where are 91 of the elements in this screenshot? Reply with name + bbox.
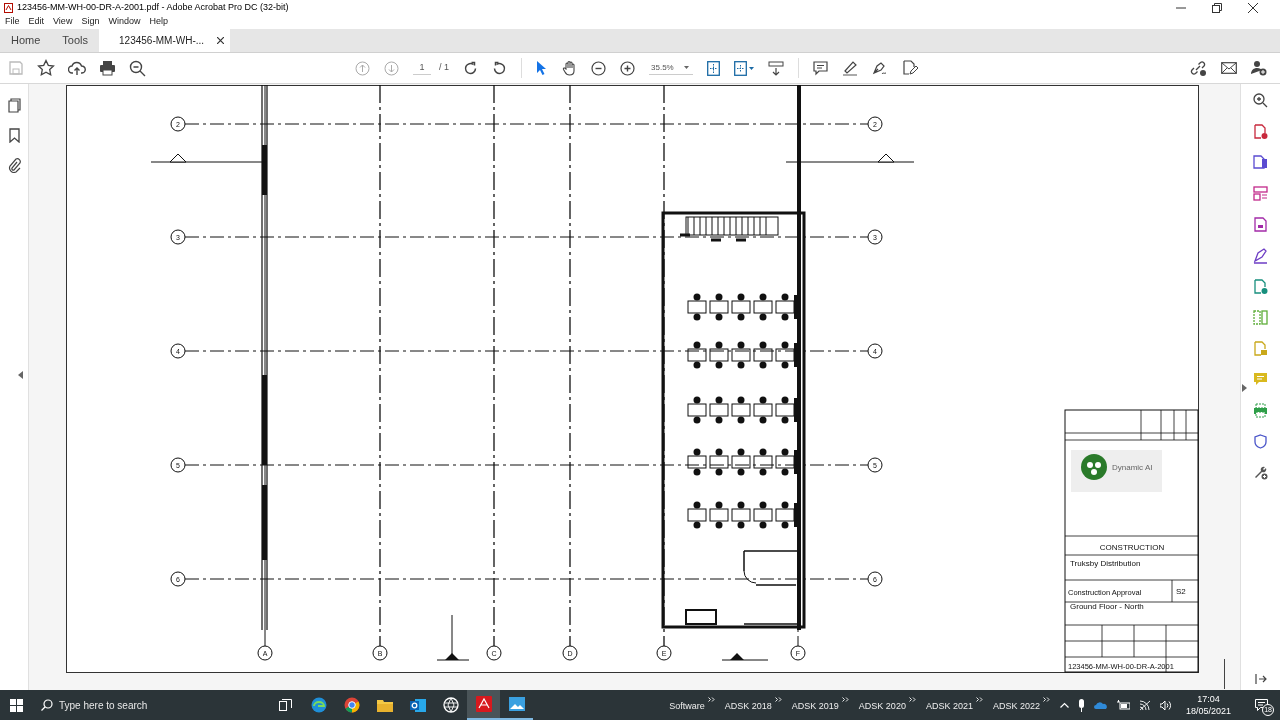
rotate-clockwise-icon[interactable] [463, 60, 478, 76]
sign-pen-icon[interactable] [872, 60, 888, 76]
microphone-icon[interactable] [1077, 698, 1085, 712]
pages-icon[interactable] [7, 98, 21, 113]
pointer-icon[interactable] [536, 60, 548, 76]
chevron-icon[interactable] [908, 696, 916, 702]
collapse-arrow-icon[interactable] [17, 371, 23, 379]
zoom-in-icon[interactable] [620, 60, 635, 76]
layout-icon[interactable] [1253, 186, 1268, 202]
search-icon[interactable] [129, 59, 146, 77]
scroll-mode-icon[interactable] [768, 60, 784, 76]
window-app-icon [508, 697, 525, 711]
fit-page-icon[interactable] [707, 60, 720, 76]
suitability-code: S2 [1176, 587, 1186, 596]
expand-arrow-icon[interactable] [1242, 384, 1247, 392]
windows-logo-icon[interactable] [10, 698, 23, 712]
document-icon[interactable] [1253, 217, 1268, 233]
chevron-icon[interactable] [841, 696, 849, 702]
project-name: Truksby Distribution [1070, 559, 1141, 568]
print-icon[interactable] [99, 60, 116, 76]
menu-item[interactable]: Window [108, 15, 141, 29]
speaker-icon[interactable] [1159, 699, 1173, 711]
company-logo-icon [1071, 450, 1162, 492]
collapse-panel-icon[interactable] [1254, 674, 1267, 684]
folder-icon [376, 698, 393, 712]
fit-width-icon[interactable] [734, 60, 747, 76]
chevron-icon[interactable] [975, 696, 983, 702]
taskbar-search-field[interactable]: Type here to search [39, 690, 269, 720]
print-production-icon[interactable] [1253, 403, 1268, 419]
tab[interactable]: 123456-MM-WH-... [99, 29, 231, 52]
menu-item[interactable]: File [5, 15, 20, 29]
window-title: 123456-MM-WH-00-DR-A-2001.pdf - Adobe Acrobat Pro DC (32-bit) [17, 0, 289, 14]
rotate-counterclockwise-icon[interactable] [492, 60, 507, 76]
aperture-icon [442, 697, 459, 713]
pdf-app-icon [475, 696, 492, 712]
menu-item[interactable]: Help [149, 15, 168, 29]
shield-icon[interactable] [1253, 434, 1268, 450]
cloud-upload-icon[interactable] [68, 60, 86, 76]
restore-icon[interactable] [1212, 2, 1222, 13]
tab[interactable]: Tools [51, 29, 100, 52]
taskbar-toolbar-label: ADSK 2021 [925, 699, 973, 713]
clock-button[interactable]: 17:04 18/05/2021 [1183, 693, 1233, 717]
export-pdf-icon[interactable] [1253, 155, 1268, 171]
drawing-title: Ground Floor - North [1070, 602, 1144, 611]
bookmark-icon[interactable] [8, 128, 20, 143]
taskbar-toolbar-label: ADSK 2020 [858, 699, 906, 713]
tab[interactable]: Home [0, 29, 52, 52]
taskbar-toolbar-label: ADSK 2018 [724, 699, 772, 713]
taskbar-toolbar-label: Software [669, 699, 705, 713]
mail-icon[interactable] [1221, 62, 1237, 74]
highlighter-icon[interactable] [842, 60, 858, 76]
company-name: Dynamic AI [1112, 463, 1153, 472]
taskbar-toolbar-label: ADSK 2019 [791, 699, 839, 713]
mail-app-icon [409, 697, 426, 713]
battery-plug-icon[interactable] [1116, 700, 1130, 710]
menu-item[interactable]: Sign [81, 15, 100, 29]
close-tab-icon[interactable] [217, 37, 225, 44]
comment-icon[interactable] [813, 60, 828, 76]
menu-item[interactable]: View [53, 15, 73, 29]
circle-logo-icon [343, 697, 360, 713]
zoom-out-icon[interactable] [591, 60, 606, 76]
browser-icon [310, 697, 327, 713]
close-icon[interactable] [1248, 2, 1258, 13]
chevron-icon[interactable] [1042, 696, 1050, 702]
paperclip-icon[interactable] [7, 158, 21, 173]
page-count: / 1 [439, 61, 449, 75]
add-user-icon[interactable] [1251, 60, 1267, 76]
search-icon [41, 699, 53, 711]
edit-document-icon[interactable] [902, 60, 918, 76]
zoom-dropdown[interactable]: 35.5% [649, 61, 693, 75]
acrobat-app-button[interactable] [467, 690, 500, 720]
pdf-send-icon[interactable] [1253, 279, 1268, 295]
task-view-icon [279, 699, 292, 711]
chevron-icon[interactable] [774, 696, 782, 702]
signature-icon[interactable] [1253, 248, 1268, 264]
taskbar-toolbar-label: ADSK 2022 [992, 699, 1040, 713]
share-link-icon[interactable] [1190, 60, 1207, 76]
caret-icon[interactable] [749, 66, 754, 70]
menu-item[interactable]: Edit [28, 15, 45, 29]
page-number-field[interactable]: 1 [413, 60, 431, 76]
wrench-add-icon[interactable] [1253, 465, 1268, 481]
drawing-status: CONSTRUCTION [1099, 543, 1165, 552]
cloud-icon[interactable] [1093, 701, 1108, 709]
star-icon[interactable] [37, 59, 55, 77]
pdf-add-icon[interactable] [1253, 124, 1268, 140]
caret-icon [683, 66, 689, 69]
caret-up-icon[interactable] [1059, 702, 1069, 708]
zoom-icon[interactable] [1253, 93, 1268, 109]
wifi-icon[interactable] [1138, 699, 1151, 711]
hand-icon[interactable] [562, 60, 577, 76]
chevron-icon[interactable] [707, 696, 715, 702]
